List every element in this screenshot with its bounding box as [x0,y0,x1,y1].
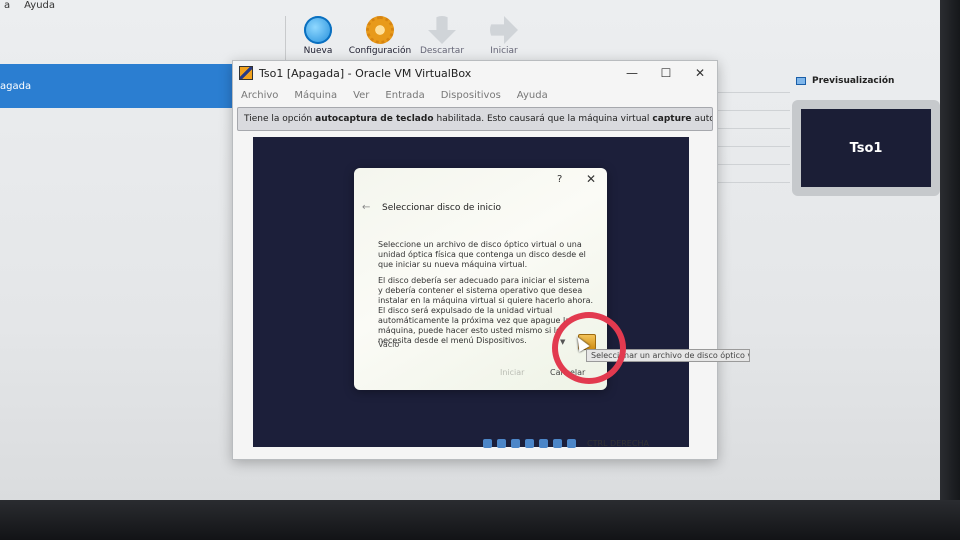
manager-toolbar: Nueva Configuración Descartar Iniciar [285,16,530,64]
arrow-down-icon [428,16,456,44]
monitor-bezel-bottom [0,500,960,540]
new-label: Nueva [303,46,333,56]
start-label: Iniciar [490,46,518,56]
preview-title: Previsualización [812,76,895,86]
optical-icon[interactable] [497,438,506,448]
vm-titlebar[interactable]: Tso1 [Apagada] - Oracle VM VirtualBox — … [233,61,717,85]
vm-menubar: Archivo Máquina Ver Entrada Dispositivos… [233,85,717,105]
preview-panel: Previsualización Tso1 [792,76,944,206]
preview-screen: Tso1 [801,109,931,187]
menu-maquina[interactable]: Máquina [294,90,337,101]
manager-menubar: a Ayuda [0,0,300,12]
host-key-label: CTRL DERECHA [587,438,649,448]
optical-disk-combo[interactable]: Vacío [378,340,399,349]
network-icon[interactable] [511,438,520,448]
arrow-right-icon [490,16,518,44]
vm-window-title: Tso1 [Apagada] - Oracle VM VirtualBox [259,66,472,80]
menu-ayuda[interactable]: Ayuda [517,90,548,101]
monitor-bezel-right [940,0,960,540]
notice-bold-1: autocaptura de teclado [315,114,434,124]
menu-ver[interactable]: Ver [353,90,369,101]
manager-menu-help[interactable]: Ayuda [24,0,55,12]
menu-archivo[interactable]: Archivo [241,90,278,101]
menu-entrada[interactable]: Entrada [385,90,424,101]
desktop-screen: a Ayuda Nueva Configuración Descartar In… [0,0,960,540]
close-window-button[interactable]: ✕ [683,66,717,80]
settings-label: Configuración [348,46,412,56]
monitor-icon [796,77,806,85]
gear-icon [366,16,394,44]
keyboard-capture-notice: Tiene la opción autocaptura de teclado h… [237,107,713,131]
usb-icon[interactable] [525,438,534,448]
window-controls: — ☐ ✕ [615,66,717,80]
highlight-circle-annotation [552,312,626,384]
mouse-icon[interactable] [567,438,576,448]
virtualbox-icon [239,66,253,80]
back-arrow-icon[interactable]: ← [362,202,370,213]
preview-vm-name: Tso1 [849,140,883,156]
start-button[interactable]: Iniciar [478,16,530,64]
sidebar-item-label: agada [0,81,32,92]
menu-dispositivos[interactable]: Dispositivos [441,90,501,101]
dialog-title: Seleccionar disco de inicio [382,203,501,213]
shared-folder-icon[interactable] [539,438,548,448]
preview-header[interactable]: Previsualización [796,76,944,86]
settings-button[interactable]: Configuración [349,16,411,64]
preview-frame: Tso1 [792,100,940,196]
vm-statusbar: CTRL DERECHA [483,435,649,451]
new-icon [304,16,332,44]
notice-text-before: Tiene la opción [244,114,313,124]
display-icon[interactable] [553,438,562,448]
dialog-paragraph-1: Seleccione un archivo de disco óptico vi… [378,240,586,269]
sidebar-item-selected-vm[interactable]: agada [0,64,238,108]
discard-label: Descartar [419,46,465,56]
notice-bold-2: capture [652,114,692,124]
start-vm-button[interactable]: Iniciar [500,368,524,377]
notice-text-middle: habilitada. Esto causará que la máquina … [436,114,650,124]
discard-button[interactable]: Descartar [416,16,468,64]
minimize-button[interactable]: — [615,66,649,80]
help-button[interactable]: ? [557,174,562,185]
disk-icon[interactable] [483,438,492,448]
maximize-button[interactable]: ☐ [649,66,683,80]
notice-text-after: automáticamente [694,114,712,124]
dialog-close-button[interactable]: ✕ [586,172,596,186]
manager-menu-item[interactable]: a [4,0,10,12]
new-vm-button[interactable]: Nueva [292,16,344,64]
